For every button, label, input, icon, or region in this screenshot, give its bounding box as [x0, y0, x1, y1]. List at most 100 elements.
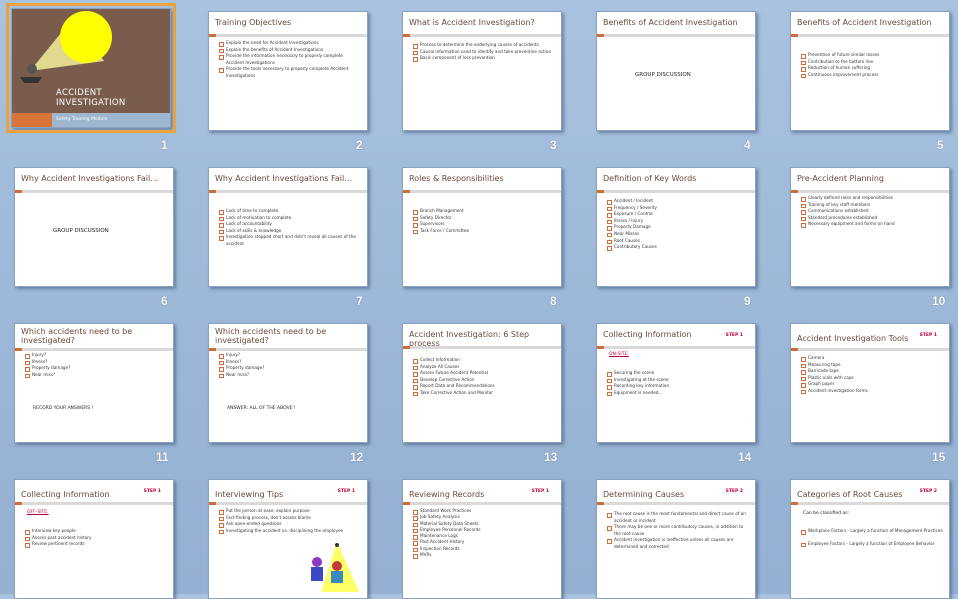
list-item: Recording key information: [607, 383, 749, 390]
slide-number: 7: [356, 294, 363, 308]
list-item: Standard procedures established: [801, 215, 943, 222]
bullet-list: The root cause is the most fundamental a…: [607, 511, 749, 551]
slide-thumbnail-8[interactable]: Roles & Responsibilities Branch Manageme…: [402, 167, 562, 287]
list-item: Employee Factors - Largely a function of…: [801, 541, 943, 548]
list-item: Injury?: [219, 352, 361, 359]
list-item: Illness / Injury: [607, 218, 749, 225]
list-item: Reduction of human suffering: [801, 65, 943, 72]
bullet-list: Injury? Illness? Property damage? Near m…: [219, 352, 361, 378]
list-item: Communications established: [801, 208, 943, 215]
slide-thumbnail-17[interactable]: Interviewing Tips STEP 1 Put the person …: [208, 479, 368, 599]
bullet-list: Branch Management Safety Director Superv…: [413, 208, 555, 234]
title-slide-heading: ACCIDENT INVESTIGATION: [56, 88, 126, 108]
slide-title: Benefits of Accident Investigation: [797, 18, 932, 27]
slide-thumbnail-1[interactable]: ACCIDENT INVESTIGATION Safety Training M…: [6, 3, 176, 133]
list-item: Provide the information necessary to pro…: [219, 53, 361, 66]
list-item: Graph paper: [801, 381, 943, 388]
slide-thumbnail-11[interactable]: Which accidents need to be investigated?…: [14, 323, 174, 443]
slide-thumbnail-10[interactable]: Pre-Accident Planning Clearly defined ro…: [790, 167, 950, 287]
bullet-list: Process to determine the underlying caus…: [413, 42, 555, 62]
slide-thumbnail-7[interactable]: Why Accident Investigations Fail… Lack o…: [208, 167, 368, 287]
list-item: Safety Director: [413, 215, 555, 222]
slide-number: 10: [932, 294, 946, 308]
bullet-list: Interview key people Assess past acciden…: [25, 528, 167, 548]
slide-thumbnail-3[interactable]: What is Accident Investigation? Process …: [402, 11, 562, 131]
step-badge: STEP 1: [531, 489, 549, 494]
list-item: Fact-finding process, don't assess blame: [219, 515, 361, 522]
list-item: Injury?: [25, 352, 167, 359]
slide-title: Training Objectives: [215, 18, 292, 27]
subtitle-strip: Safety Training Module: [12, 113, 170, 127]
list-item: Task Force / Committee: [413, 228, 555, 235]
list-item: Continuous improvement process: [801, 72, 943, 79]
slide-thumbnail-19[interactable]: Determining Causes STEP 2 The root cause…: [596, 479, 756, 599]
list-item: Lack of time to complete: [219, 208, 361, 215]
list-item: Camera: [801, 355, 943, 362]
slide-thumbnail-16[interactable]: Collecting Information STEP 1 OFF-SITE: …: [14, 479, 174, 599]
list-item: Illness?: [25, 359, 167, 366]
slide-thumbnail-12[interactable]: Which accidents need to be investigated?…: [208, 323, 368, 443]
list-item: Property damage?: [219, 365, 361, 372]
bullet-list: Lack of time to complete Lack of motivat…: [219, 208, 361, 248]
bullet-list: Camera Measuring tape Barricade tape Pla…: [801, 355, 943, 395]
slide-number: 15: [932, 450, 946, 464]
slide-thumbnail-14[interactable]: Collecting Information STEP 1 ON-SITE: S…: [596, 323, 756, 443]
list-item: Explain the benefits of Accident Investi…: [219, 47, 361, 54]
list-item: Process to determine the underlying caus…: [413, 42, 555, 49]
list-item: Causal information used to identify and …: [413, 49, 555, 56]
list-item: Branch Management: [413, 208, 555, 215]
list-item: Investigating at the scene: [607, 377, 749, 384]
list-item: Prevention of future similar losses: [801, 52, 943, 59]
list-item: Lack of accountability: [219, 221, 361, 228]
slide-title: Which accidents need to be investigated?: [21, 327, 133, 345]
slide-body-text: GROUP DISCUSSION: [635, 72, 691, 78]
list-item: Report Data and Recommendations: [413, 383, 555, 390]
slide-thumbnail-13[interactable]: Accident Investigation: 6 Step process C…: [402, 323, 562, 443]
list-item: Exposure / Control: [607, 211, 749, 218]
list-item: Measuring tape: [801, 362, 943, 369]
list-item: MVRs: [413, 552, 555, 559]
list-item: Supervisors: [413, 221, 555, 228]
slide-number: 6: [161, 294, 168, 308]
list-item: Investigating the accident vs. disciplin…: [219, 528, 361, 535]
slide-number: 9: [744, 294, 751, 308]
slide-title: Roles & Responsibilities: [409, 174, 504, 183]
list-item: Equipment is needed...: [607, 390, 749, 397]
spotlight-illustration: [20, 11, 112, 83]
slide-number: 5: [937, 138, 944, 152]
bullet-list: Collect Information Analyze All Causes A…: [413, 357, 555, 397]
bullet-list: Standard Work Practices Job Safety Analy…: [413, 508, 555, 559]
slide-title: Definition of Key Words: [603, 174, 697, 183]
list-item: Basic component of loss prevention: [413, 55, 555, 62]
step-badge: STEP 2: [725, 489, 743, 494]
slide-number: 3: [550, 138, 557, 152]
slide-thumbnail-2[interactable]: Training Objectives Explain the need for…: [208, 11, 368, 131]
slide-thumbnail-5[interactable]: Benefits of Accident Investigation Preve…: [790, 11, 950, 131]
list-item: Near miss?: [219, 372, 361, 379]
slide-number: 8: [550, 294, 557, 308]
list-item: There may be one or more contributory ca…: [607, 524, 749, 537]
slide-thumbnail-4[interactable]: Benefits of Accident Investigation GROUP…: [596, 11, 756, 131]
list-item: Review pertinent records: [25, 541, 167, 548]
list-item: Ask open-ended questions: [219, 521, 361, 528]
list-item: Develop Corrective Action: [413, 377, 555, 384]
slide-thumbnail-6[interactable]: Why Accident Investigations Fail… GROUP …: [14, 167, 174, 287]
slide-thumbnail-9[interactable]: Definition of Key Words Accident / Incid…: [596, 167, 756, 287]
slide-thumbnail-20[interactable]: Categories of Root Causes STEP 2 Can be …: [790, 479, 950, 599]
slide-body-text: RECORD YOUR ANSWERS !: [33, 406, 94, 411]
list-item: Contribution to the bottom line: [801, 59, 943, 66]
list-item: Securing the scene: [607, 370, 749, 377]
slide-title: Which accidents need to be investigated?: [215, 327, 327, 345]
step-badge: STEP 1: [143, 489, 161, 494]
slide-thumbnail-18[interactable]: Reviewing Records STEP 1 Standard Work P…: [402, 479, 562, 599]
list-item: Assess Future Accident Potential: [413, 370, 555, 377]
list-item: Assess past accident history: [25, 535, 167, 542]
slide-number: 13: [544, 450, 558, 464]
list-item: Clearly defined roles and responsibiliti…: [801, 195, 943, 202]
slide-thumbnail-15[interactable]: Accident Investigation Tools STEP 1 Came…: [790, 323, 950, 443]
list-item: Workplace Factors - Largely a function o…: [801, 528, 943, 535]
list-item: Necessary equipment and forms on hand: [801, 221, 943, 228]
slide-number: 14: [738, 450, 752, 464]
step-badge: STEP 1: [919, 333, 937, 338]
bullet-list: Explain the need for Accident Investigat…: [219, 40, 361, 80]
